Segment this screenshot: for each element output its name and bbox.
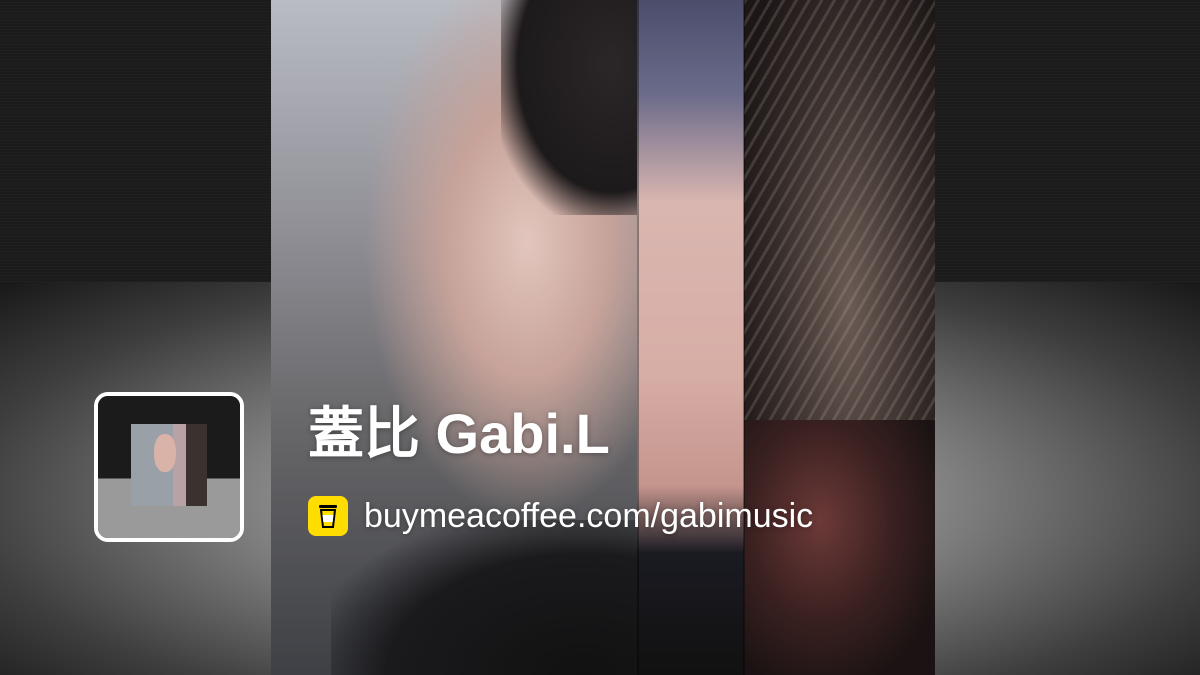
profile-link-text[interactable]: buymeacoffee.com/gabimusic — [364, 494, 813, 538]
cover-photo-collage — [271, 0, 935, 675]
profile-link[interactable]: buymeacoffee.com/gabimusic — [308, 494, 813, 538]
photo-segment-middle — [637, 0, 744, 675]
social-share-card: 蓋比 Gabi.L buymeacoffee.com/gabimusic — [0, 0, 1200, 675]
photo-divider — [637, 0, 639, 675]
creator-name: 蓋比 Gabi.L — [308, 402, 610, 465]
avatar-face-shape — [154, 434, 176, 472]
photo-divider — [743, 0, 745, 675]
avatar[interactable] — [94, 392, 244, 542]
coffee-cup-icon — [308, 496, 348, 536]
photo-segment-lips — [744, 420, 935, 675]
